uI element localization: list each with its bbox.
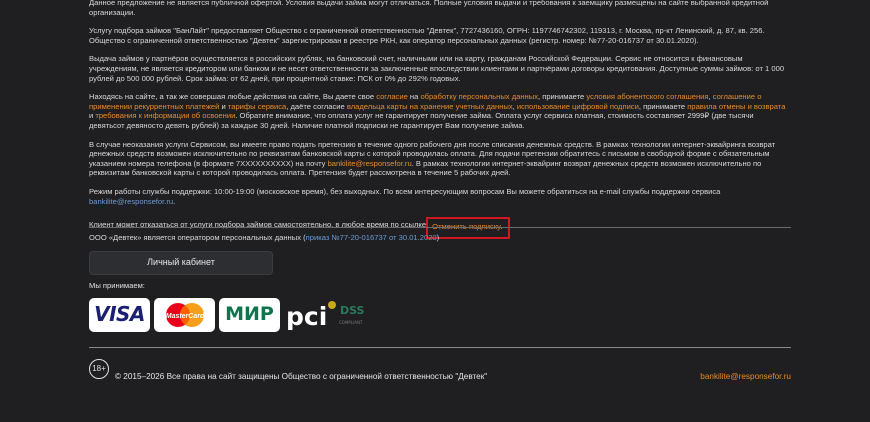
digital-signature-link[interactable]: использование цифровой подписи	[517, 102, 639, 111]
operator-order-link[interactable]: приказ №77-20-016737 от 30.01.2020	[306, 233, 437, 242]
refund-rules-link[interactable]: правила отмены и возврата	[687, 102, 785, 111]
svg-text:COMPLIANT: COMPLIANT	[339, 320, 363, 325]
personal-cabinet-button[interactable]: Личный кабинет	[89, 251, 273, 275]
footer-email-link[interactable]: bankilite@responsefor.ru	[700, 372, 791, 382]
operator-note: ООО «Девтек» является оператором персона…	[89, 233, 440, 242]
info-requirements-link[interactable]: требования к информации об освоении	[95, 111, 235, 120]
claim-paragraph: В случае неоказания услуги Сервисом, вы …	[89, 139, 776, 178]
mastercard-logo: MasterCard	[154, 298, 215, 332]
support-email-link[interactable]: bankilite@responsefor.ru	[89, 197, 173, 206]
support-paragraph: Режим работы службы поддержки: 10:00-19:…	[89, 186, 721, 206]
disclaimer-paragraph: Данное предложение не является публичной…	[89, 0, 769, 17]
service-provider-paragraph: Услугу подбора займов "БанЛайт" предоста…	[89, 26, 765, 45]
consent-link[interactable]: согласие	[376, 92, 408, 101]
svg-text:pci: pci	[286, 302, 327, 331]
payment-logos: VISA MasterCard МИР pci DSS COMPLIANT	[89, 298, 372, 332]
legal-text: Данное предложение не является публичной…	[89, 0, 791, 246]
page: Данное предложение не является публичной…	[0, 0, 870, 422]
mir-logo: МИР	[219, 298, 280, 332]
footer-divider	[89, 347, 791, 348]
subscription-agreement-link[interactable]: условия абонентского соглашения	[586, 92, 708, 101]
personal-data-link[interactable]: обработку персональных данных	[420, 92, 538, 101]
svg-text:DSS: DSS	[340, 304, 365, 317]
consent-paragraph: Находясь на сайте, а так же совершая люб…	[89, 92, 786, 130]
card-storage-link[interactable]: владельца карты на хранение учетных данн…	[347, 102, 513, 111]
visa-logo: VISA	[89, 298, 150, 332]
svg-text:MasterCard: MasterCard	[165, 313, 204, 320]
age-restriction-icon: 18+	[89, 359, 109, 379]
accept-label: Мы принимаем:	[89, 281, 145, 290]
divider	[89, 227, 791, 228]
claim-email-link[interactable]: bankilite@responsefor.ru	[328, 159, 412, 168]
copyright: © 2015–2026 Все права на сайт защищены О…	[115, 372, 488, 381]
pci-dss-logo: pci DSS COMPLIANT	[284, 298, 372, 332]
loan-issue-paragraph: Выдача займов у партнёров осуществляется…	[89, 54, 785, 83]
tariffs-link[interactable]: тарифы сервиса	[228, 102, 286, 111]
